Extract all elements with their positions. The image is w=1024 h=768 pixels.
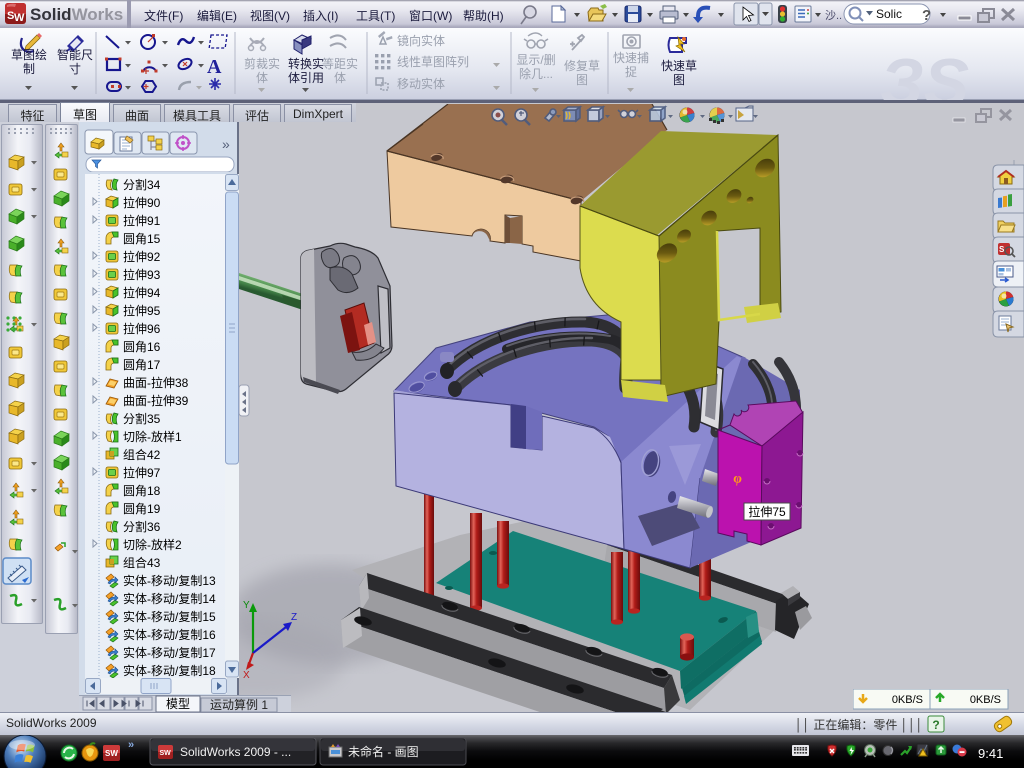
svg-text:除几...: 除几... bbox=[519, 66, 553, 81]
svg-text:移动实体: 移动实体 bbox=[397, 76, 445, 91]
svg-text:圆角15: 圆角15 bbox=[123, 232, 161, 246]
svg-text:A: A bbox=[207, 56, 222, 78]
svg-text:组合42: 组合42 bbox=[123, 447, 161, 462]
svg-text:体引用: 体引用 bbox=[288, 71, 324, 85]
svg-text:剪裁实: 剪裁实 bbox=[244, 56, 280, 71]
svg-text:转换实: 转换实 bbox=[288, 56, 324, 71]
svg-text:图: 图 bbox=[576, 73, 588, 87]
svg-text:曲面-拉伸39: 曲面-拉伸39 bbox=[123, 393, 189, 408]
svg-text:拉伸92: 拉伸92 bbox=[123, 249, 161, 264]
svg-text:分割36: 分割36 bbox=[123, 519, 161, 534]
svg-text:拉伸91: 拉伸91 bbox=[123, 213, 161, 228]
svg-text:运动算例 1: 运动算例 1 bbox=[210, 697, 268, 712]
svg-text:拉伸96: 拉伸96 bbox=[123, 321, 161, 336]
svg-text:拉伸94: 拉伸94 bbox=[123, 285, 161, 300]
svg-text:实体-移动/复制17: 实体-移动/复制17 bbox=[123, 645, 216, 660]
svg-text:0KB/S: 0KB/S bbox=[892, 694, 923, 706]
svg-text:制: 制 bbox=[23, 62, 35, 76]
svg-text:?: ? bbox=[922, 7, 931, 24]
svg-text:模型: 模型 bbox=[166, 697, 190, 711]
svg-text:拉伸75: 拉伸75 bbox=[748, 504, 786, 519]
svg-text:拉伸97: 拉伸97 bbox=[123, 465, 161, 480]
svg-text:圆角18: 圆角18 bbox=[123, 484, 161, 498]
svg-text:镜向实体: 镜向实体 bbox=[397, 33, 445, 48]
svg-text:分割34: 分割34 bbox=[123, 177, 161, 192]
svg-text:»: » bbox=[222, 136, 230, 152]
svg-text:9:41: 9:41 bbox=[978, 746, 1003, 761]
svg-text:等距实: 等距实 bbox=[322, 56, 358, 71]
svg-text:ЗS: ЗS bbox=[880, 45, 969, 100]
svg-text:Z: Z bbox=[291, 612, 297, 623]
svg-text:组合43: 组合43 bbox=[123, 555, 161, 570]
svg-text:圆角17: 圆角17 bbox=[123, 358, 161, 372]
svg-text:0KB/S: 0KB/S bbox=[970, 694, 1001, 706]
svg-text:快速草: 快速草 bbox=[661, 59, 697, 73]
svg-text:智能尺: 智能尺 bbox=[57, 47, 93, 62]
svg-text:实体-移动/复制14: 实体-移动/复制14 bbox=[123, 591, 216, 606]
svg-text:分割35: 分割35 bbox=[123, 411, 161, 426]
svg-text:曲面-拉伸38: 曲面-拉伸38 bbox=[123, 375, 189, 390]
svg-text:未命名 - 画图: 未命名 - 画图 bbox=[348, 744, 419, 759]
svg-text:寸: 寸 bbox=[69, 62, 81, 76]
svg-text:图: 图 bbox=[673, 73, 685, 87]
svg-text:拉伸90: 拉伸90 bbox=[123, 195, 161, 210]
svg-text:SolidWorks: SolidWorks bbox=[30, 5, 123, 24]
svg-text:SW: SW bbox=[160, 750, 172, 757]
svg-text:体: 体 bbox=[256, 71, 268, 85]
svg-text:Solic: Solic bbox=[876, 7, 902, 21]
svg-text:Y: Y bbox=[243, 600, 250, 611]
svg-text:拉伸95: 拉伸95 bbox=[123, 303, 161, 318]
svg-text:显示/删: 显示/删 bbox=[516, 53, 555, 67]
svg-text:捉: 捉 bbox=[625, 64, 637, 79]
svg-text:实体-移动/复制16: 实体-移动/复制16 bbox=[123, 627, 216, 642]
svg-text:拉伸93: 拉伸93 bbox=[123, 267, 161, 282]
svg-text:切除-放样2: 切除-放样2 bbox=[123, 537, 182, 552]
svg-text:修复草: 修复草 bbox=[564, 58, 600, 73]
svg-text:圆角19: 圆角19 bbox=[123, 502, 161, 516]
svg-text:圆角16: 圆角16 bbox=[123, 340, 161, 354]
svg-text:SolidWorks 2009 - ...: SolidWorks 2009 - ... bbox=[180, 745, 291, 759]
svg-text:切除-放样1: 切除-放样1 bbox=[123, 429, 182, 444]
svg-text:X: X bbox=[243, 670, 250, 681]
svg-text:?: ? bbox=[932, 718, 939, 732]
svg-text:草图绘: 草图绘 bbox=[11, 47, 47, 62]
svg-text:实体-移动/复制13: 实体-移动/复制13 bbox=[123, 573, 216, 588]
svg-text:快速捕: 快速捕 bbox=[613, 50, 649, 65]
svg-text:S: S bbox=[999, 245, 1005, 254]
svg-text:W: W bbox=[14, 12, 25, 24]
svg-text:»: » bbox=[128, 739, 134, 751]
svg-text:体: 体 bbox=[334, 71, 346, 85]
svg-text:SW: SW bbox=[105, 749, 118, 758]
svg-text:沙..: 沙.. bbox=[825, 9, 842, 22]
svg-text:实体-移动/复制15: 实体-移动/复制15 bbox=[123, 609, 216, 624]
svg-text:线性草图阵列: 线性草图阵列 bbox=[397, 55, 469, 69]
svg-text:实体-移动/复制18: 实体-移动/复制18 bbox=[123, 663, 216, 678]
